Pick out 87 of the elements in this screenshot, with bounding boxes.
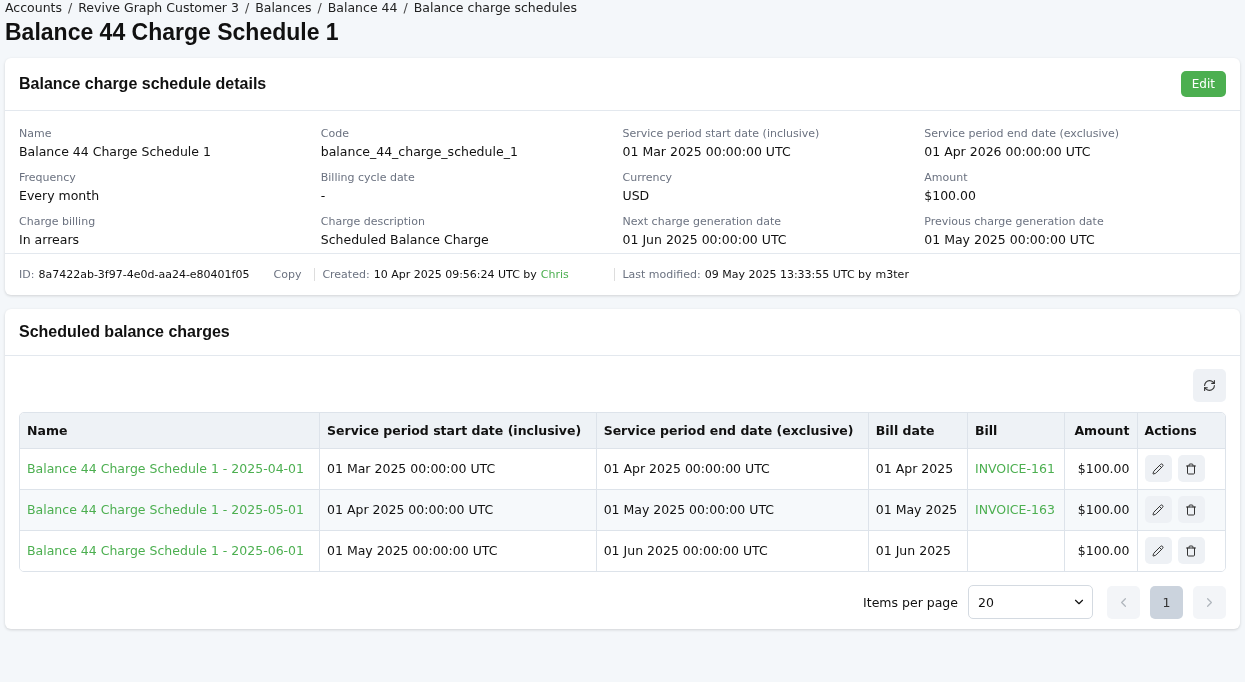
id-label: ID:: [19, 268, 35, 281]
field-label: Charge description: [320, 215, 426, 228]
invoice-link[interactable]: INVOICE-163: [974, 502, 1055, 517]
table-cell: 01 May 2025: [868, 489, 968, 530]
breadcrumb-separator: /: [403, 0, 408, 15]
pencil-icon: [1152, 544, 1164, 557]
breadcrumb-link[interactable]: Revive Graph Customer 3: [78, 0, 239, 15]
breadcrumb-separator: /: [68, 0, 73, 15]
field-label: Previous charge generation date: [924, 215, 1105, 228]
card-title: Balance charge schedule details: [19, 75, 267, 93]
field-label: Next charge generation date: [622, 215, 783, 228]
invoice-link[interactable]: INVOICE-161: [974, 461, 1055, 476]
field-label: Frequency: [19, 171, 77, 184]
table-cell: 01 Apr 2025 00:00:00 UTC: [319, 489, 597, 530]
pencil-icon: [1152, 503, 1164, 516]
breadcrumb-separator: /: [317, 0, 322, 15]
column-header: Bill date: [868, 413, 968, 448]
table-cell: $100.00: [1064, 448, 1137, 489]
page-button[interactable]: 1: [1150, 585, 1183, 619]
breadcrumb-link[interactable]: Balance charge schedules: [413, 0, 578, 15]
copy-button[interactable]: Copy: [253, 268, 308, 281]
column-header: Actions: [1137, 413, 1225, 448]
page-title: Balance 44 Charge Schedule 1: [5, 19, 340, 46]
field-label: Currency: [622, 171, 674, 184]
field-value: $100.00: [924, 188, 977, 203]
table-cell: 01 May 2025 00:00:00 UTC: [319, 530, 597, 571]
table-cell: $100.00: [1064, 489, 1137, 530]
column-header: Bill: [967, 413, 1065, 448]
edit-button[interactable]: [1144, 455, 1172, 482]
field-label: Name: [19, 127, 53, 140]
field-value: 01 Mar 2025 00:00:00 UTC: [622, 144, 792, 159]
page-size-select[interactable]: 20: [968, 585, 1093, 619]
field-value: Scheduled Balance Charge: [320, 232, 490, 247]
card-title: Scheduled balance charges: [19, 323, 230, 341]
field-value: Balance 44 Charge Schedule 1: [19, 144, 212, 159]
trash-icon: [1185, 462, 1197, 475]
column-header: Service period end date (exclusive): [596, 413, 869, 448]
table-cell: 01 May 2025 00:00:00 UTC: [596, 489, 869, 530]
field-label: Charge billing: [19, 215, 97, 228]
breadcrumb-link[interactable]: Balances: [255, 0, 312, 15]
table-cell: 01 Mar 2025 00:00:00 UTC: [319, 448, 597, 489]
field-value: balance_44_charge_schedule_1: [320, 144, 519, 159]
column-header: Service period start date (inclusive): [319, 413, 597, 448]
user-link[interactable]: Chris: [540, 268, 569, 281]
field-value: -: [320, 188, 327, 203]
table-cell: 01 Apr 2025: [868, 448, 968, 489]
id-value: 8a7422ab-3f97-4e0d-aa24-e80401f05: [38, 268, 250, 281]
charge-link[interactable]: Balance 44 Charge Schedule 1 - 2025-05-01: [27, 502, 304, 517]
refresh-icon: [1203, 379, 1216, 392]
table-cell: 01 Jun 2025: [868, 530, 968, 571]
field-value: 01 Jun 2025 00:00:00 UTC: [622, 232, 788, 247]
field-label: Service period end date (exclusive): [924, 127, 1121, 140]
breadcrumb-separator: /: [244, 0, 250, 15]
created-value: 10 Apr 2025 09:56:24 UTC by: [373, 268, 537, 281]
edit-button[interactable]: Edit: [1180, 71, 1226, 97]
field-value: 01 Apr 2026 00:00:00 UTC: [924, 144, 1092, 159]
breadcrumb-link[interactable]: Accounts: [5, 0, 62, 15]
edit-button[interactable]: [1144, 496, 1172, 523]
refresh-button[interactable]: [1193, 369, 1226, 402]
field-value: 01 May 2025 00:00:00 UTC: [924, 232, 1096, 247]
trash-icon: [1185, 544, 1197, 557]
column-header: Amount: [1064, 413, 1137, 448]
field-label: Billing cycle date: [320, 171, 416, 184]
table-cell: $100.00: [1064, 530, 1137, 571]
trash-icon: [1185, 503, 1197, 516]
charge-link[interactable]: Balance 44 Charge Schedule 1 - 2025-04-01: [27, 461, 304, 476]
created-label: Created:: [322, 268, 370, 281]
field-value: USD: [622, 188, 651, 203]
delete-button[interactable]: [1177, 455, 1205, 482]
charge-link[interactable]: Balance 44 Charge Schedule 1 - 2025-06-01: [27, 543, 304, 559]
items-per-page-label: Items per page: [863, 594, 958, 610]
modified-value: 09 May 2025 13:33:55 UTC by: [704, 268, 872, 281]
table-cell: 01 Apr 2025 00:00:00 UTC: [596, 448, 869, 489]
delete-button[interactable]: [1177, 496, 1205, 523]
modified-label: Last modified:: [622, 268, 701, 281]
column-header: Name: [20, 413, 320, 448]
breadcrumb-link[interactable]: Balance 44: [327, 0, 398, 15]
delete-button[interactable]: [1177, 537, 1205, 565]
field-label: Code: [320, 127, 350, 140]
table-cell: 01 Jun 2025 00:00:00 UTC: [596, 530, 869, 571]
pencil-icon: [1152, 462, 1164, 475]
field-label: Amount: [924, 171, 969, 184]
edit-button[interactable]: [1144, 537, 1172, 565]
field-value: Every month: [19, 188, 101, 203]
field-value: In arrears: [19, 232, 81, 247]
field-label: Service period start date (inclusive): [622, 127, 821, 140]
user-name: m3ter: [875, 268, 909, 281]
